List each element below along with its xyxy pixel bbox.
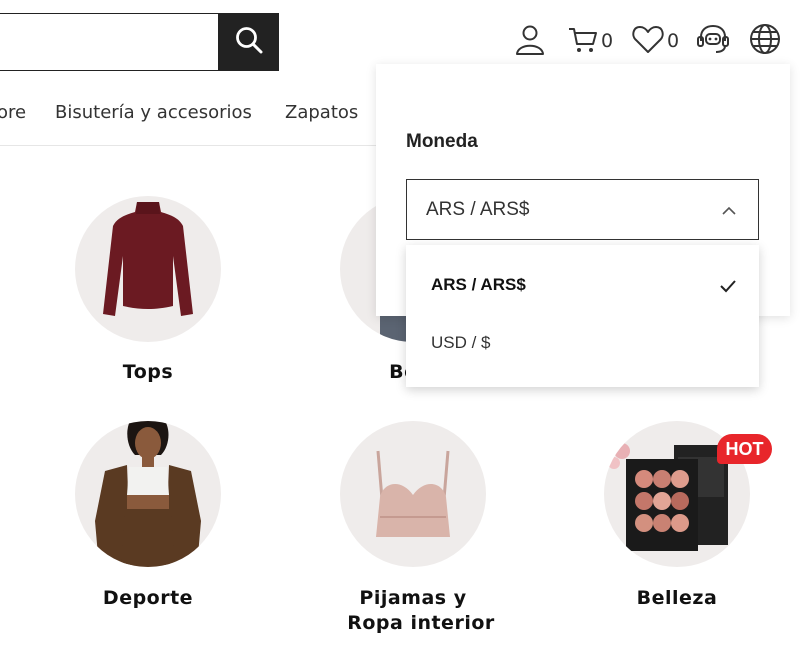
nav-divider [0,145,380,146]
currency-title: Moneda [406,131,478,152]
currency-option-label: USD / $ [431,333,491,352]
category-label: Tops [122,361,174,383]
hot-badge: HOT [717,434,772,464]
chevron-up-icon [721,204,737,222]
currency-select-value: ARS / ARS$ [426,199,530,220]
nav-item-more[interactable]: ore [0,102,26,123]
currency-option-usd[interactable]: USD / $ [406,316,759,372]
language-button[interactable] [748,22,782,60]
cart-button[interactable]: 0 [567,22,613,60]
category-label: Deporte [102,587,194,609]
category-image [340,421,486,567]
category-nav: ore Bisutería y accesorios Zapatos [0,96,380,136]
user-icon [513,22,547,61]
currency-select[interactable]: ARS / ARS$ [406,179,759,240]
category-image [75,421,221,567]
wishlist-count: 0 [667,30,680,52]
nav-item-zapatos[interactable]: Zapatos [285,102,358,123]
nav-item-bisuteria[interactable]: Bisutería y accesorios [55,102,252,123]
cart-icon [567,23,599,60]
search-input[interactable] [0,14,219,70]
account-button[interactable] [513,22,547,60]
check-icon [719,278,737,299]
category-image [75,196,221,342]
currency-option-label: ARS / ARS$ [431,275,526,294]
support-button[interactable] [695,22,731,60]
support-icon [695,22,731,61]
category-label-line2: Ropa interior [347,612,495,634]
cart-count: 0 [601,30,614,52]
globe-icon [748,22,782,61]
heart-icon [631,23,665,60]
search-button[interactable] [218,13,279,71]
category-label: Pijamas y [359,587,467,609]
wishlist-button[interactable]: 0 [631,22,679,60]
currency-option-ars[interactable]: ARS / ARS$ [406,258,759,314]
category-label: Belleza [636,587,718,609]
search-box[interactable] [0,13,219,71]
currency-options-list: ARS / ARS$ USD / $ [406,245,759,387]
search-icon [234,25,264,60]
